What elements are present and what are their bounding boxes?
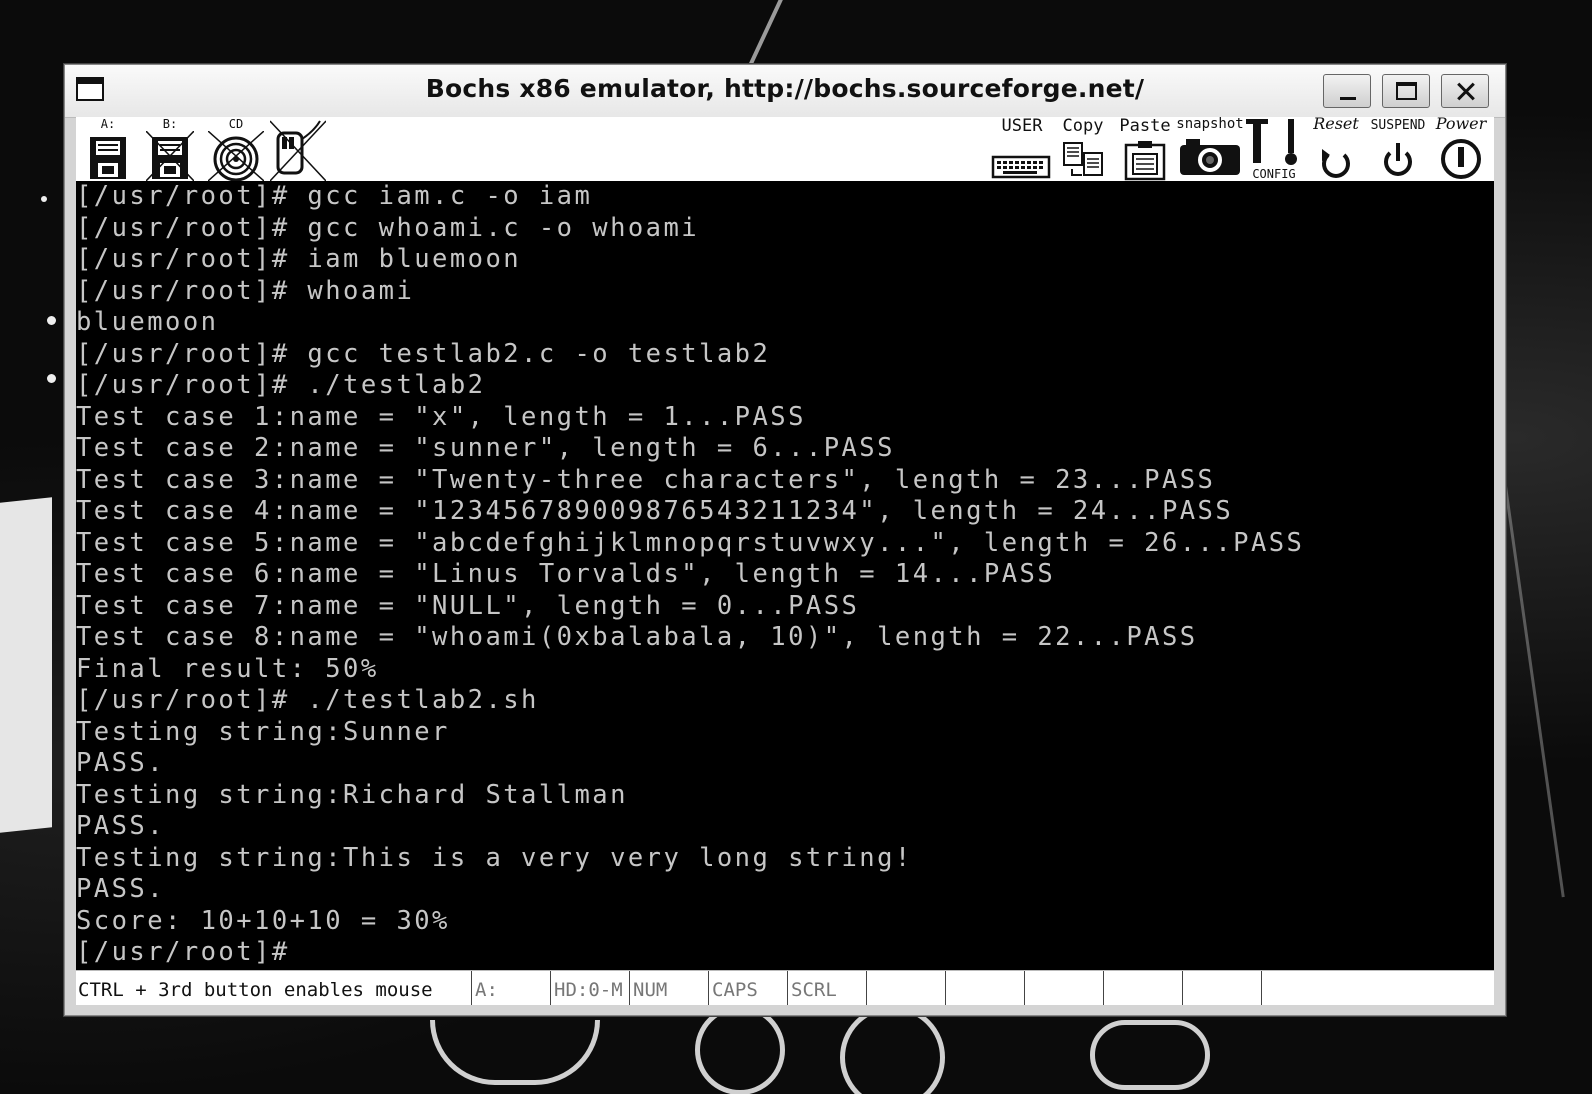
close-button[interactable] (1441, 74, 1489, 108)
terminal-line: [/usr/root]# gcc whoami.c -o whoami (76, 212, 700, 243)
wallpaper-shape (0, 497, 52, 833)
terminal-line: PASS. (76, 748, 166, 778)
keyboard-icon (991, 155, 1051, 179)
floppy-b-label: B: (162, 117, 178, 131)
floppy-icon (90, 137, 126, 179)
copy-icon (1063, 142, 1103, 176)
wallpaper-dot (41, 196, 47, 202)
terminal-line: PASS. (76, 874, 166, 904)
status-slot (945, 971, 1024, 1005)
bochs-toolbar: A: B: CD USER Copy Paste snapshot CONFIG… (76, 114, 1494, 181)
floppy-a-label: A: (100, 117, 116, 131)
power-icon (1441, 139, 1481, 179)
status-slot (1103, 971, 1182, 1005)
terminal-line: Testing string:Sunner (76, 716, 450, 747)
suspend-label: SUSPEND (1370, 118, 1426, 133)
terminal-line: Test case 1:name = "x", length = 1...PAS… (76, 401, 806, 432)
mouse-icon (270, 120, 326, 181)
floppy-a-status: A: (471, 971, 550, 1005)
wallpaper-dot (47, 374, 56, 383)
terminal-line: [/usr/root]# gcc iam.c -o iam (76, 181, 593, 211)
terminal-line: Final result: 50% (76, 653, 379, 684)
wallpaper-ring (695, 1005, 785, 1094)
terminal-line: [/usr/root]# gcc testlab2.c -o testlab2 (76, 338, 771, 369)
config-button[interactable]: CONFIG (1244, 117, 1304, 181)
terminal-line: [/usr/root]# iam bluemoon (76, 244, 522, 274)
caps-lock-status: CAPS (708, 971, 787, 1005)
terminal-line: Testing string:Richard Stallman (76, 779, 628, 810)
cdrom-icon (208, 131, 264, 181)
cdrom-button[interactable]: CD (208, 117, 264, 181)
terminal-line: Test case 2:name = "sunner", length = 6.… (76, 433, 895, 463)
terminal-line: Score: 10+10+10 = 30% (76, 905, 450, 936)
status-bar: CTRL + 3rd button enables mouse A: HD:0-… (76, 970, 1494, 1005)
cdrom-label: CD (228, 117, 244, 131)
reset-button[interactable]: Reset (1306, 114, 1366, 181)
terminal-line: Test case 5:name = "abcdefghijklmnopqrst… (76, 527, 1305, 558)
status-slot (1024, 971, 1103, 1005)
mouse-hint: CTRL + 3rd button enables mouse (78, 979, 433, 1001)
terminal-line: [/usr/root]# whoami (76, 275, 415, 306)
wrench-icon (1246, 119, 1297, 165)
reset-icon (1322, 149, 1350, 178)
terminal-line: bluemoon (76, 307, 219, 337)
wallpaper-ring (840, 1005, 945, 1094)
num-lock-status: NUM (629, 971, 708, 1005)
suspend-icon (1384, 143, 1412, 176)
terminal-line: [/usr/root]# (76, 937, 290, 967)
floppy-a-button[interactable]: A: (84, 117, 132, 181)
bochs-window: Bochs x86 emulator, http://bochs.sourcef… (64, 64, 1506, 1016)
title-bar[interactable]: Bochs x86 emulator, http://bochs.sourcef… (65, 65, 1505, 118)
terminal-line: Test case 8:name = "whoami(0xbalabala, 1… (76, 622, 1198, 652)
clipboard-icon (1124, 141, 1166, 181)
camera-icon (1180, 139, 1240, 175)
terminal-line: Test case 7:name = "NULL", length = 0...… (76, 590, 860, 621)
user-button[interactable]: USER (991, 117, 1053, 181)
hd-status: HD:0-M (550, 971, 629, 1005)
terminal-line: Test case 4:name = "12345678900987654321… (76, 496, 1234, 526)
terminal-line: Test case 3:name = "Twenty-three charact… (76, 464, 1216, 495)
minimize-button[interactable] (1323, 74, 1371, 108)
scroll-lock-status: SCRL (787, 971, 866, 1005)
status-slot (1261, 971, 1340, 1005)
power-button[interactable]: Power (1428, 114, 1494, 181)
paste-button[interactable]: Paste (1118, 117, 1172, 181)
mouse-toggle-button[interactable] (270, 117, 326, 181)
power-label: Power (1435, 114, 1487, 133)
floppy-icon (146, 131, 194, 181)
maximize-button[interactable] (1382, 74, 1430, 108)
snapshot-button[interactable]: snapshot (1176, 117, 1244, 181)
paste-label: Paste (1119, 116, 1171, 136)
copy-button[interactable]: Copy (1056, 117, 1110, 181)
terminal-line: PASS. (76, 811, 166, 841)
terminal-line: [/usr/root]# ./testlab2.sh (76, 685, 539, 715)
window-title: Bochs x86 emulator, http://bochs.sourcef… (425, 74, 1145, 103)
snapshot-label: snapshot (1176, 116, 1244, 132)
wallpaper-ring (430, 1020, 600, 1085)
reset-label: Reset (1313, 114, 1359, 133)
status-slot (1182, 971, 1261, 1005)
status-slot (866, 971, 945, 1005)
copy-label: Copy (1062, 116, 1104, 136)
emulator-screen[interactable]: [/usr/root]# gcc iam.c -o iam [/usr/root]… (76, 181, 1494, 970)
config-label: CONFIG (1252, 167, 1296, 181)
terminal-line: Test case 6:name = "Linus Torvalds", len… (76, 559, 1056, 589)
terminal-line: Testing string:This is a very very long … (76, 842, 913, 873)
terminal-line: [/usr/root]# ./testlab2 (76, 370, 486, 400)
terminal-output: [/usr/root]# gcc iam.c -o iam [/usr/root]… (76, 181, 1304, 969)
wallpaper-dot (47, 316, 56, 325)
wallpaper-ring (1090, 1020, 1210, 1090)
floppy-b-button[interactable]: B: (146, 117, 194, 181)
suspend-button[interactable]: SUSPEND (1366, 117, 1430, 181)
user-label: USER (1001, 116, 1043, 136)
